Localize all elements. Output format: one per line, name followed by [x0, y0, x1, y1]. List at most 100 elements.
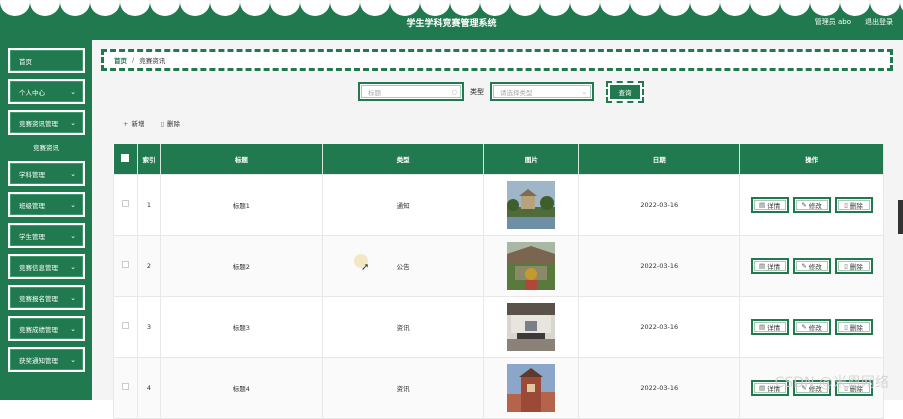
column-header: 日期 [578, 144, 741, 174]
scallop-shape [330, 0, 360, 16]
pencil-icon: ✎ [801, 322, 807, 331]
scallop-shape [120, 0, 150, 16]
row-title: 标题1 [159, 173, 323, 236]
sidebar-item[interactable]: 获奖通知管理 ⌄ [7, 346, 86, 373]
edit-button[interactable]: ✎ 修改 [792, 196, 831, 213]
sidebar-item[interactable]: 学科管理 ⌄ [7, 160, 86, 187]
row-date: 2022-03-16 [578, 173, 741, 236]
row-checkbox[interactable] [121, 261, 129, 268]
scallop-shape [360, 0, 390, 16]
row-checkbox[interactable] [121, 383, 129, 390]
detail-button[interactable]: ▤ 详情 [750, 196, 789, 213]
column-header: 标题 [160, 144, 323, 174]
delete-button[interactable]: ▯ 删除 [834, 257, 873, 274]
scallop-shape [510, 0, 540, 16]
type-label: 类型 [470, 87, 484, 96]
scallop-shape [0, 0, 30, 16]
sidebar-item[interactable]: 竞赛信息管理 ⌄ [7, 253, 86, 280]
sidebar-item[interactable]: 竞赛报名管理 ⌄ [7, 284, 86, 311]
scallop-shape [180, 0, 210, 16]
thumbnail-image [507, 180, 556, 229]
scallop-shape [480, 0, 510, 16]
detail-button[interactable]: ▤ 详情 [750, 318, 789, 335]
username-label: abo [837, 18, 851, 26]
row-title: 标题4 [159, 356, 323, 419]
scallop-shape [810, 0, 840, 16]
row-checkbox[interactable] [121, 200, 129, 207]
type-select[interactable]: 请选择类型 ⌄ [490, 82, 594, 101]
chevron-down-icon: ⌄ [70, 169, 76, 178]
table-row: 4 标题4 资讯 2022-03-16 ▤ 详情 ✎ 修改 ▯ 删除 [113, 356, 884, 419]
scallop-shape [390, 0, 420, 16]
select-all-checkbox[interactable] [121, 153, 130, 162]
document-icon: ▤ [758, 322, 766, 331]
bulk-delete-label: 删除 [167, 120, 181, 128]
select-all-header[interactable] [113, 144, 138, 174]
scallop-shape [750, 0, 780, 16]
chevron-down-icon: ⌄ [70, 262, 76, 271]
chevron-down-icon: ⌄ [581, 87, 587, 96]
row-select-cell [113, 356, 138, 419]
bulk-delete-button[interactable]: ▯ 删除 [160, 118, 180, 128]
scallop-shape [60, 0, 90, 16]
thumbnail-image [507, 363, 556, 412]
thumbnail-image [507, 241, 556, 290]
row-image [483, 295, 580, 358]
decorative-scallops [0, 0, 903, 16]
pencil-icon: ✎ [801, 261, 807, 270]
detail-button[interactable]: ▤ 详情 [750, 257, 789, 274]
sidebar-item-label: 竞赛报名管理 [19, 294, 58, 303]
scallop-shape [420, 0, 450, 16]
scallop-shape [600, 0, 630, 16]
row-title: 标题3 [159, 295, 323, 358]
breadcrumb-home[interactable]: 首页 [114, 55, 127, 65]
delete-button[interactable]: ▯ 删除 [834, 318, 873, 335]
row-select-cell [113, 295, 138, 358]
delete-button[interactable]: ▯ 删除 [834, 196, 873, 213]
trash-icon: ▯ [844, 322, 848, 331]
document-icon: ▤ [758, 261, 766, 270]
sidebar-item[interactable]: 竞赛成绩管理 ⌄ [7, 315, 86, 342]
sidebar: 首页个人中心 ⌄ 竞赛资讯管理 ⌄ 竞赛资讯学科管理 ⌄ 班级管理 ⌄ 学生管理 ⌄ 竞赛信息管理 ⌄… [0, 40, 92, 400]
scallop-shape [150, 0, 180, 16]
title-search-placeholder: 标题 [368, 88, 381, 97]
row-checkbox[interactable] [121, 322, 129, 329]
sidebar-subitem[interactable]: 竞赛资讯 [8, 139, 84, 155]
chevron-down-icon: ⌄ [70, 118, 76, 127]
news-table: 索引 标题 类型 图片 日期 操作 1 标题1 通知 2022-03-16 ▤ 详情 ✎ 修改… [113, 144, 884, 419]
sidebar-item-label: 获奖通知管理 [19, 356, 58, 365]
title-search-input[interactable]: 标题 ○ [358, 82, 464, 101]
row-type: 通知 [321, 173, 485, 236]
row-actions: ▤ 详情 ✎ 修改 ▯ 删除 [739, 173, 884, 236]
scallop-shape [240, 0, 270, 16]
add-button[interactable]: + 新增 [123, 118, 144, 128]
sidebar-item[interactable]: 个人中心 ⌄ [7, 78, 86, 105]
sidebar-item-label: 学科管理 [19, 170, 45, 179]
main-content: 首页 / 竞赛资讯 标题 ○ 类型 请选择类型 ⌄ 查询 + 新增 ▯ 删除 索引 … [92, 40, 903, 419]
delete-button-label: 删除 [849, 323, 863, 332]
scrollbar-thumb[interactable] [898, 200, 903, 234]
sidebar-item[interactable]: 首页 [7, 47, 86, 74]
scallop-shape [570, 0, 600, 16]
sidebar-item-label: 个人中心 [19, 88, 45, 97]
scallop-shape [660, 0, 690, 16]
query-button[interactable]: 查询 [606, 80, 644, 103]
sidebar-item-label: 竞赛资讯管理 [19, 119, 58, 128]
scallop-shape [630, 0, 660, 16]
edit-button[interactable]: ✎ 修改 [792, 257, 831, 274]
document-icon: ▤ [758, 200, 766, 209]
breadcrumb: 首页 / 竞赛资讯 [101, 49, 893, 71]
row-index: 3 [136, 295, 161, 358]
edit-button[interactable]: ✎ 修改 [792, 318, 831, 335]
row-type: 资讯 [321, 356, 485, 419]
column-header: 类型 [322, 144, 485, 174]
add-button-label: 新增 [131, 120, 145, 128]
toolbar: + 新增 ▯ 删除 [123, 118, 180, 128]
sidebar-item[interactable]: 竞赛资讯管理 ⌄ [7, 109, 86, 136]
chevron-down-icon: ⌄ [70, 231, 76, 240]
sidebar-item[interactable]: 班级管理 ⌄ [7, 191, 86, 218]
watermark: CSDN @米恩网络 [774, 375, 889, 391]
sidebar-item[interactable]: 学生管理 ⌄ [7, 222, 86, 249]
chevron-down-icon: ⌄ [70, 87, 76, 96]
logout-link[interactable]: 退出登录 [865, 17, 893, 27]
